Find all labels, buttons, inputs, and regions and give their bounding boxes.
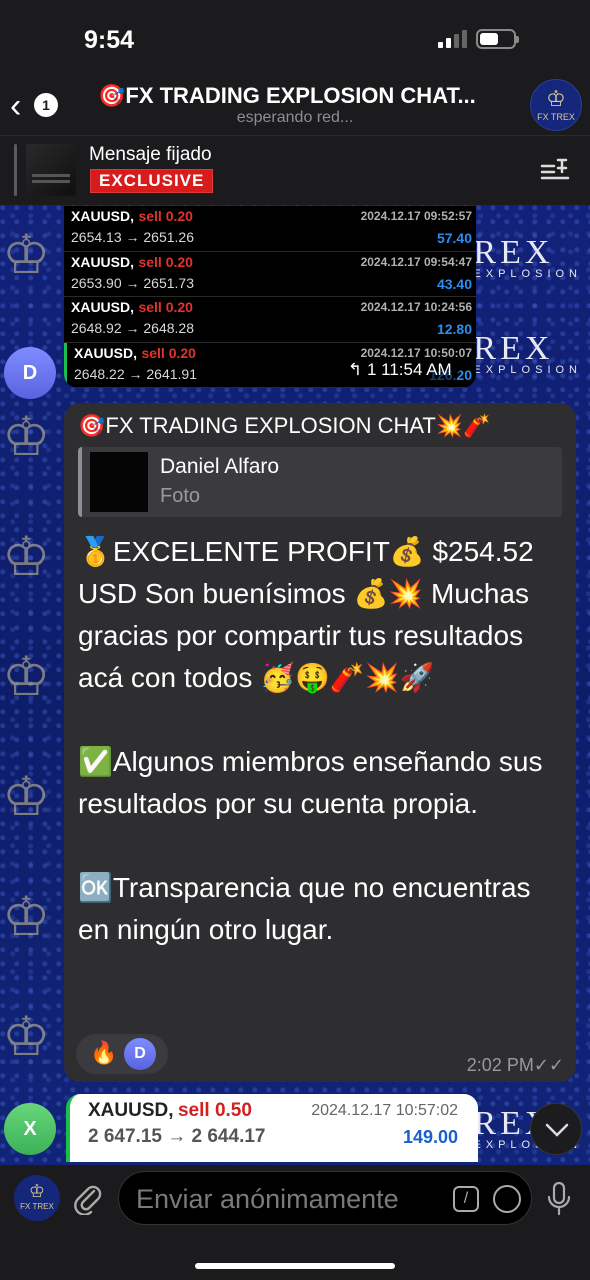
trade-row: XAUUSD, sell 0.20 2024.12.17 10:24:56 26… <box>64 297 476 343</box>
pinned-badge: EXCLUSIVE <box>90 169 214 193</box>
message-paragraph: 🥇EXCELENTE PROFIT💰 $254.52 USD Son buení… <box>78 536 534 693</box>
replies-and-time[interactable]: ↰ 1 11:54 AM <box>340 359 460 381</box>
watermark-rex: REX EXPLOSION <box>473 234 582 280</box>
message-paragraph: 🆗Transparencia que no encuentras en ning… <box>78 872 531 945</box>
reaction-avatar: D <box>124 1038 156 1070</box>
message-text: 🥇EXCELENTE PROFIT💰 $254.52 USD Son buení… <box>78 531 562 951</box>
message-paragraph: ✅Algunos miembros enseñando sus resultad… <box>78 746 543 819</box>
trade-row: XAUUSD, sell 0.20 2024.12.17 09:52:57 26… <box>64 206 476 252</box>
chevron-down-icon <box>545 1123 569 1137</box>
crown-icon: ♔ <box>28 1181 46 1201</box>
pinned-list-icon[interactable] <box>540 156 570 184</box>
avatar[interactable]: X <box>4 1103 56 1155</box>
message-time: 2:02 PM✓✓ <box>466 1055 564 1075</box>
send-as-avatar[interactable]: ♔ FX TREX <box>14 1175 60 1221</box>
message-bubble[interactable]: 🎯FX TRADING EXPLOSION CHAT💥🧨 Daniel Alfa… <box>64 403 576 1082</box>
crown-pattern-icon: ♔ <box>2 405 51 468</box>
reply-thumbnail <box>90 452 148 512</box>
signal-icon <box>438 30 467 48</box>
microphone-icon[interactable] <box>546 1181 572 1217</box>
scroll-down-button[interactable] <box>530 1103 582 1155</box>
reply-quote[interactable]: Daniel Alfaro Foto <box>78 447 562 517</box>
channel-avatar[interactable]: ♔ FX TREX <box>530 79 582 131</box>
crown-icon: ♔ <box>546 86 566 111</box>
avatar[interactable]: D <box>4 347 56 399</box>
crown-pattern-icon: ♔ <box>2 645 51 708</box>
chat-title[interactable]: 🎯FX TRADING EXPLOSION CHAT... <box>98 83 498 109</box>
reply-author: Daniel Alfaro <box>160 455 280 478</box>
crown-pattern-icon: ♔ <box>2 223 51 286</box>
chat-subtitle: esperando red... <box>236 109 354 126</box>
watermark-rex: REX EXPLOSION <box>473 330 582 376</box>
sticker-icon[interactable] <box>493 1185 521 1213</box>
pinned-thumbnail <box>26 144 76 196</box>
crown-pattern-icon: ♔ <box>2 525 51 588</box>
home-indicator <box>195 1263 395 1269</box>
pinned-message-bar[interactable]: Mensaje fijado EXCLUSIVE <box>0 135 590 205</box>
chat-header: ‹ 1 🎯FX TRADING EXPLOSION CHAT... espera… <box>0 75 590 135</box>
status-time: 9:54 <box>84 26 135 54</box>
status-bar: 9:54 <box>0 0 590 75</box>
trade-row: XAUUSD, sell 0.20 2024.12.17 09:54:47 26… <box>64 252 476 297</box>
reaction-pill[interactable]: 🔥 D <box>76 1034 168 1074</box>
message-sender[interactable]: 🎯FX TRADING EXPLOSION CHAT💥🧨 <box>78 413 562 439</box>
crown-pattern-icon: ♔ <box>2 765 51 828</box>
fire-icon: 🔥 <box>90 1040 118 1065</box>
attach-icon[interactable] <box>72 1181 102 1215</box>
crown-pattern-icon: ♔ <box>2 885 51 948</box>
commands-icon[interactable]: / <box>453 1186 479 1212</box>
pinned-title: Mensaje fijado <box>89 144 212 165</box>
battery-icon <box>476 29 519 49</box>
trade-screenshot-card[interactable]: XAUUSD, sell 0.50 2024.12.17 10:57:02 2 … <box>66 1094 478 1162</box>
pinned-indicator <box>14 144 17 196</box>
message-input[interactable]: Enviar anónimamente / <box>118 1171 532 1225</box>
crown-pattern-icon: ♔ <box>2 1005 51 1068</box>
reply-type: Foto <box>160 485 201 507</box>
